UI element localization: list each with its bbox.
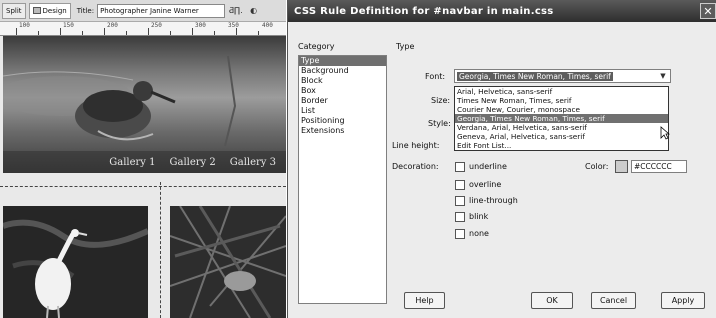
split-view-button[interactable]: Split [2, 2, 26, 19]
mouse-pointer-icon [660, 126, 670, 140]
underline-label: underline [469, 162, 507, 171]
color-picker-swatch[interactable] [615, 160, 628, 173]
overline-checkbox[interactable] [455, 180, 465, 190]
line-through-checkbox[interactable] [455, 196, 465, 206]
edit-font-list-option[interactable]: Edit Font List... [455, 141, 668, 150]
font-dropdown-list[interactable]: Arial, Helvetica, sans-serif Times New R… [454, 86, 669, 151]
font-option[interactable]: Courier New, Courier, monospace [455, 105, 668, 114]
font-family-select[interactable]: Georgia, Times New Roman, Times, serif ▼ [454, 69, 671, 83]
chevron-down-icon[interactable]: ▼ [657, 71, 669, 81]
font-option[interactable]: Verdana, Arial, Helvetica, sans-serif [455, 123, 668, 132]
font-select-value: Georgia, Times New Roman, Times, serif [457, 71, 613, 81]
ruler-tick: 400 [262, 22, 273, 29]
cancel-button[interactable]: Cancel [591, 292, 636, 309]
design-label: Design [42, 6, 67, 15]
overline-label: overline [469, 180, 502, 189]
category-item-positioning[interactable]: Positioning [299, 116, 386, 126]
gallery-navbar: Gallery 1 Gallery 2 Gallery 3 [3, 151, 286, 173]
horizontal-ruler: 100 150 200 250 300 350 400 [0, 22, 286, 36]
layout-guide-horizontal [0, 186, 286, 187]
blink-label: blink [469, 212, 489, 221]
style-label: Style: [428, 119, 451, 128]
nav-gallery-2[interactable]: Gallery 2 [170, 157, 216, 168]
document-toolbar: Split Design Title: Photographer Janine … [0, 0, 286, 22]
category-item-type[interactable]: Type [299, 56, 386, 66]
css-rule-definition-dialog: CSS Rule Definition for #navbar in main.… [287, 0, 716, 318]
help-button[interactable]: Help [404, 292, 445, 309]
category-item-list[interactable]: List [299, 106, 386, 116]
font-option-highlighted[interactable]: Georgia, Times New Roman, Times, serif [455, 114, 668, 123]
font-option[interactable]: Times New Roman, Times, serif [455, 96, 668, 105]
dialog-titlebar[interactable]: CSS Rule Definition for #navbar in main.… [288, 0, 716, 22]
color-input[interactable]: #CCCCCC [631, 160, 687, 173]
page-title-input[interactable]: Photographer Janine Warner [97, 3, 226, 18]
file-management-icon[interactable]: Ƌ∏. [228, 4, 243, 18]
title-label: Title: [76, 6, 95, 15]
category-item-block[interactable]: Block [299, 76, 386, 86]
category-item-border[interactable]: Border [299, 96, 386, 106]
decoration-label: Decoration: [392, 162, 439, 171]
ruler-tick: 200 [107, 22, 118, 29]
none-label: none [469, 229, 489, 238]
line-height-label: Line height: [392, 141, 440, 150]
none-checkbox[interactable] [455, 229, 465, 239]
ruler-tick: 350 [228, 22, 239, 29]
editor-pane: Split Design Title: Photographer Janine … [0, 0, 286, 318]
line-through-label: line-through [469, 196, 518, 205]
apply-button[interactable]: Apply [661, 292, 705, 309]
font-option[interactable]: Arial, Helvetica, sans-serif [455, 87, 668, 96]
blink-checkbox[interactable] [455, 212, 465, 222]
header-banner-image: Gallery 1 Gallery 2 Gallery 3 [3, 36, 286, 173]
split-label: Split [6, 6, 22, 15]
nav-gallery-1[interactable]: Gallery 1 [109, 157, 155, 168]
ok-button[interactable]: OK [531, 292, 573, 309]
close-icon[interactable]: ✕ [700, 3, 716, 19]
category-item-extensions[interactable]: Extensions [299, 126, 386, 136]
font-label: Font: [425, 72, 446, 81]
design-view-button[interactable]: Design [28, 2, 71, 19]
ruler-tick: 100 [19, 22, 30, 29]
ruler-tick: 300 [195, 22, 206, 29]
font-option[interactable]: Geneva, Arial, Helvetica, sans-serif [455, 132, 668, 141]
color-label: Color: [585, 162, 609, 171]
category-item-box[interactable]: Box [299, 86, 386, 96]
egret-photo [3, 206, 148, 318]
size-label: Size: [431, 96, 451, 105]
ruler-tick: 250 [151, 22, 162, 29]
layout-guide-vertical [160, 182, 161, 318]
underline-checkbox[interactable] [455, 162, 465, 172]
category-header: Category [298, 42, 335, 51]
ruler-tick: 150 [63, 22, 74, 29]
dialog-title: CSS Rule Definition for #navbar in main.… [294, 5, 554, 17]
category-list[interactable]: Type Background Block Box Border List Po… [298, 55, 387, 304]
category-item-background[interactable]: Background [299, 66, 386, 76]
nav-gallery-3[interactable]: Gallery 3 [230, 157, 276, 168]
preview-browser-icon[interactable]: ◐ [246, 4, 261, 18]
design-icon [32, 7, 41, 14]
bird-in-branches-photo [170, 206, 286, 318]
panel-header: Type [396, 42, 415, 51]
